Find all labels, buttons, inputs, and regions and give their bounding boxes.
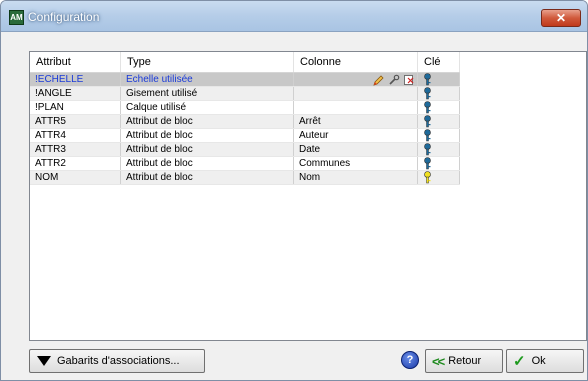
ok-label: Ok: [531, 355, 546, 367]
delete-row-icon[interactable]: [403, 74, 415, 86]
cell-attribut: ATTR3: [30, 142, 121, 157]
gabarits-label: Gabarits d'associations...: [57, 355, 180, 367]
key-icon: [424, 129, 431, 142]
table-row[interactable]: ATTR5 Attribut de bloc Arrêt: [30, 114, 460, 129]
checkmark-icon: ✓: [513, 353, 526, 370]
key-icon: [424, 87, 431, 100]
cell-attribut: !ECHELLE: [30, 72, 121, 87]
cell-type: Attribut de bloc: [120, 128, 294, 143]
attribute-table: Attribut Type Colonne Clé !ECHELLE Echell…: [30, 52, 460, 185]
cell-type: Calque utilisé: [120, 100, 294, 115]
table-header: Attribut Type Colonne Clé: [30, 52, 460, 73]
help-icon: ?: [401, 351, 419, 369]
table-row[interactable]: !ANGLE Gisement utilisé: [30, 86, 460, 101]
table-row[interactable]: ATTR4 Attribut de bloc Auteur: [30, 128, 460, 143]
pencil-icon[interactable]: [373, 74, 385, 86]
app-icon: AM: [9, 10, 24, 25]
cell-colonne[interactable]: Arrêt: [293, 114, 418, 129]
table-row[interactable]: ATTR3 Attribut de bloc Date: [30, 142, 460, 157]
cell-colonne[interactable]: [293, 100, 418, 115]
cell-colonne-text: Arrêt: [299, 116, 321, 127]
table-row[interactable]: !PLAN Calque utilisé: [30, 100, 460, 115]
retour-button[interactable]: << Retour: [425, 349, 503, 373]
cell-colonne-text: Date: [299, 144, 321, 155]
key-icon: [424, 73, 431, 86]
wrench-icon[interactable]: [388, 74, 400, 86]
cell-colonne[interactable]: Date: [293, 142, 418, 157]
double-arrow-left-icon: <<: [432, 353, 445, 369]
close-button[interactable]: ✕: [541, 9, 581, 27]
cell-attribut: ATTR2: [30, 156, 121, 171]
cell-cle[interactable]: [417, 156, 460, 171]
key-icon: [424, 101, 431, 114]
title-bar[interactable]: AM Configuration ✕: [1, 1, 587, 32]
cell-type: Attribut de bloc: [120, 114, 294, 129]
cell-attribut: !PLAN: [30, 100, 121, 115]
cell-colonne[interactable]: [293, 72, 418, 87]
cell-type: Gisement utilisé: [120, 86, 294, 101]
column-header-attribut[interactable]: Attribut: [30, 52, 121, 73]
column-header-cle[interactable]: Clé: [417, 52, 460, 73]
cell-cle[interactable]: [417, 100, 460, 115]
key-icon: [424, 171, 431, 184]
column-header-colonne[interactable]: Colonne: [293, 52, 418, 73]
cell-attribut: ATTR4: [30, 128, 121, 143]
cell-type: Attribut de bloc: [120, 142, 294, 157]
triangle-down-icon: [37, 356, 51, 366]
cell-cle[interactable]: [417, 86, 460, 101]
configuration-window: AM Configuration ✕ Attribut Type Colonne…: [0, 0, 588, 381]
table-row[interactable]: ATTR2 Attribut de bloc Communes: [30, 156, 460, 171]
cell-type: Echelle utilisée: [120, 72, 294, 87]
key-icon: [424, 115, 431, 128]
window-title: Configuration: [28, 10, 100, 24]
cell-cle[interactable]: [417, 142, 460, 157]
gabarits-button[interactable]: Gabarits d'associations...: [29, 349, 205, 373]
cell-colonne[interactable]: Auteur: [293, 128, 418, 143]
cell-attribut: !ANGLE: [30, 86, 121, 101]
retour-label: Retour: [448, 355, 482, 367]
row-tools: [373, 73, 415, 86]
cell-attribut: ATTR5: [30, 114, 121, 129]
cell-cle[interactable]: [417, 128, 460, 143]
ok-button[interactable]: ✓ Ok: [506, 349, 584, 373]
cell-type: Attribut de bloc: [120, 170, 294, 185]
cell-colonne-text: Auteur: [299, 130, 329, 141]
cell-colonne[interactable]: Nom: [293, 170, 418, 185]
table-row[interactable]: !ECHELLE Echelle utilisée: [30, 72, 460, 87]
key-icon: [424, 143, 431, 156]
cell-cle[interactable]: [417, 114, 460, 129]
column-header-type[interactable]: Type: [120, 52, 294, 73]
cell-colonne[interactable]: [293, 86, 418, 101]
cell-cle[interactable]: [417, 72, 460, 87]
cell-colonne[interactable]: Communes: [293, 156, 418, 171]
help-button[interactable]: ?: [401, 349, 421, 371]
table-row[interactable]: NOM Attribut de bloc Nom: [30, 170, 460, 185]
attribute-list[interactable]: Attribut Type Colonne Clé !ECHELLE Echell…: [29, 51, 587, 341]
cell-cle[interactable]: [417, 170, 460, 185]
cell-type: Attribut de bloc: [120, 156, 294, 171]
key-icon: [424, 157, 431, 170]
cell-colonne-text: Nom: [299, 172, 321, 183]
cell-attribut: NOM: [30, 170, 121, 185]
cell-colonne-text: Communes: [299, 158, 351, 169]
